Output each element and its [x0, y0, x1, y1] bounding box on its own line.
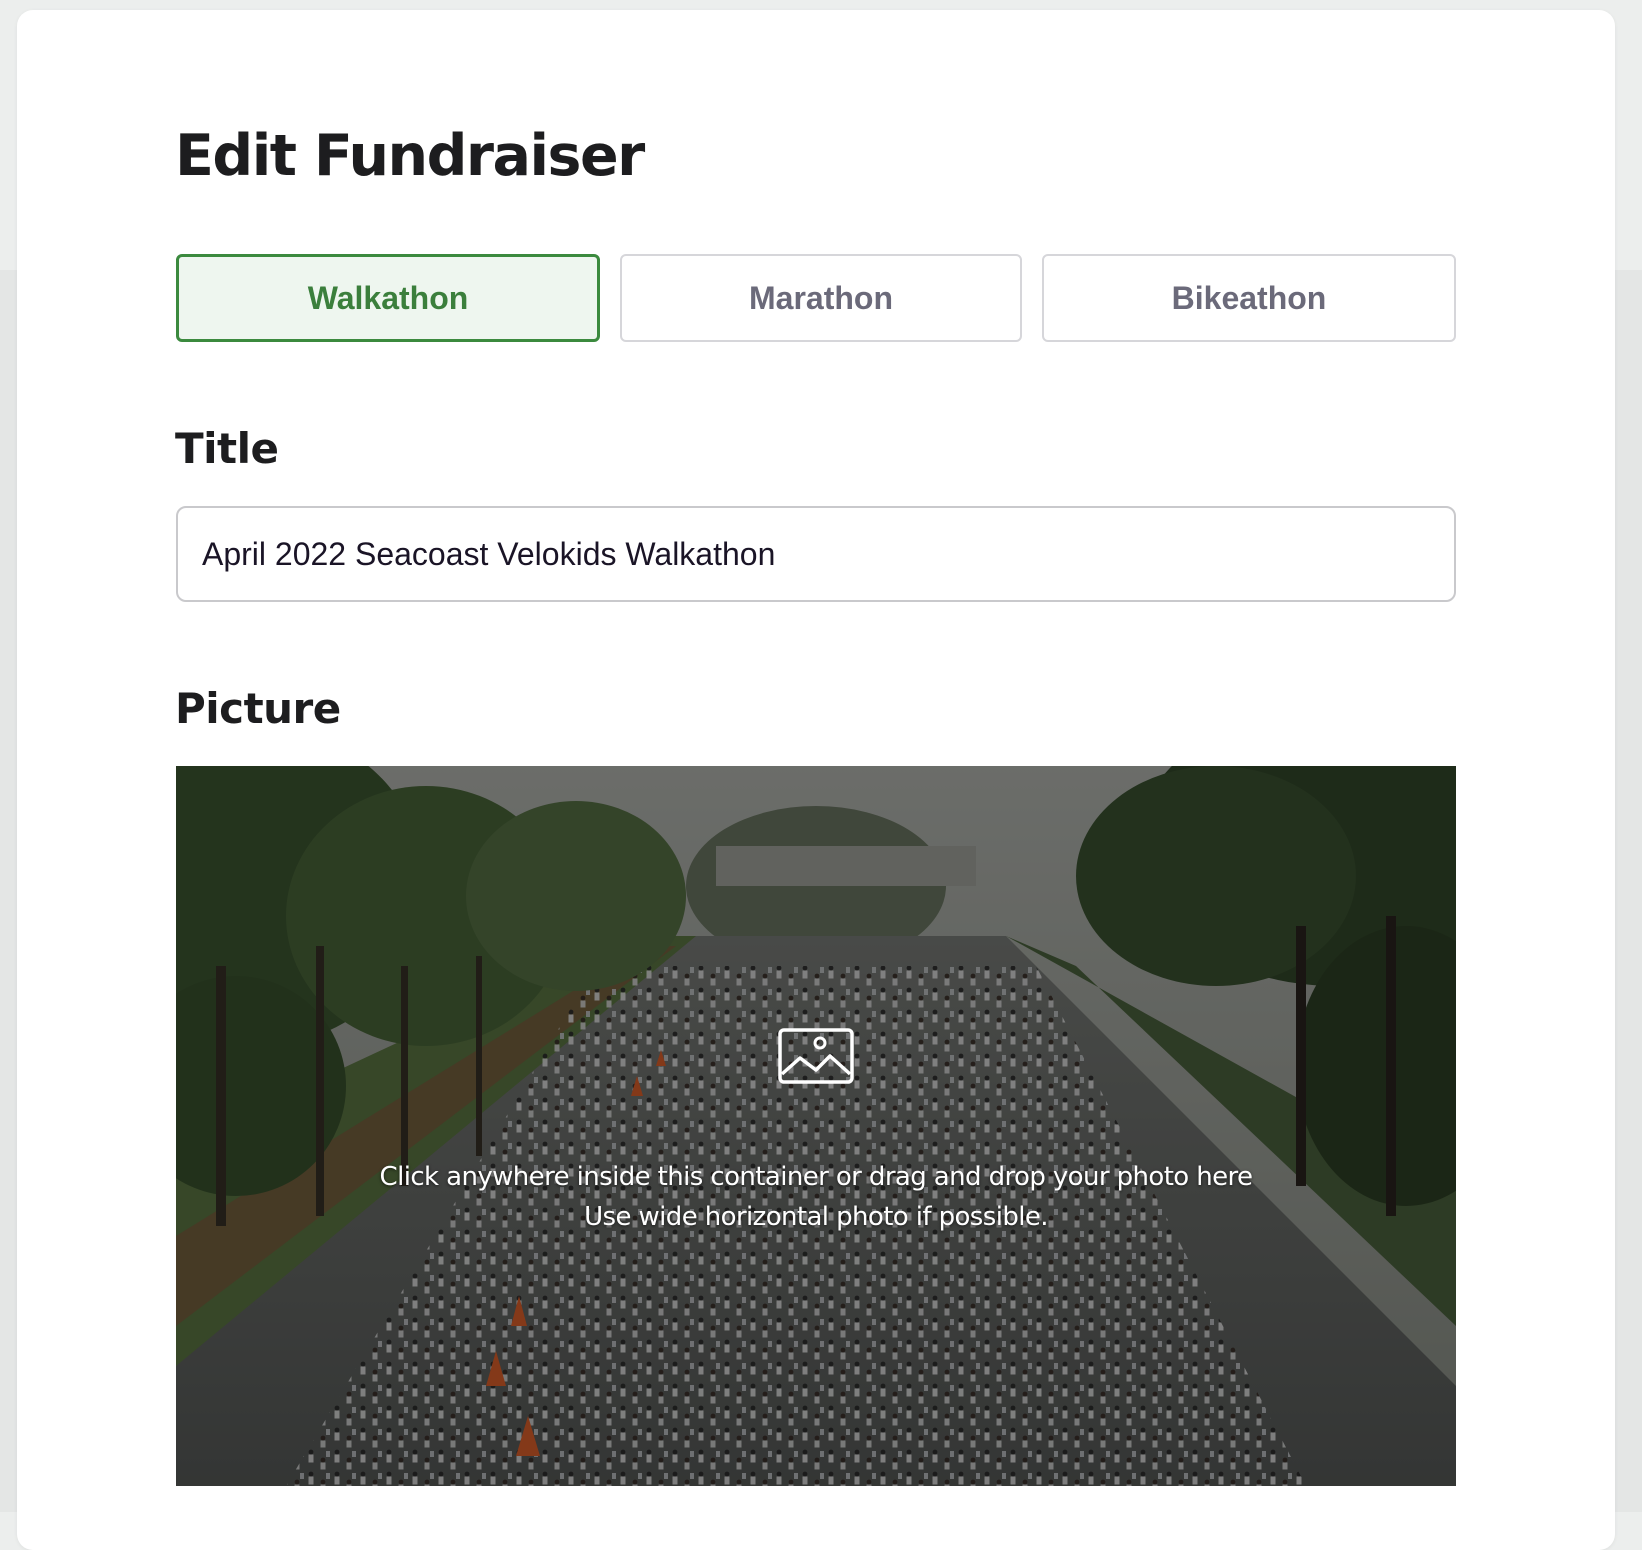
picture-dropzone[interactable]: Click anywhere inside this container or … [176, 766, 1456, 1486]
dropzone-instruction: Click anywhere inside this container or … [379, 1162, 1254, 1192]
dropzone-overlay [176, 766, 1456, 1486]
tab-bikeathon[interactable]: Bikeathon [1042, 254, 1456, 342]
tab-walkathon[interactable]: Walkathon [176, 254, 600, 342]
title-label: Title [175, 424, 279, 473]
title-input[interactable] [176, 506, 1456, 602]
image-icon [778, 1028, 854, 1084]
picture-label: Picture [175, 684, 341, 733]
page-title: Edit Fundraiser [175, 123, 645, 189]
dropzone-hint: Use wide horizontal photo if possible. [584, 1202, 1048, 1232]
tab-marathon[interactable]: Marathon [620, 254, 1022, 342]
